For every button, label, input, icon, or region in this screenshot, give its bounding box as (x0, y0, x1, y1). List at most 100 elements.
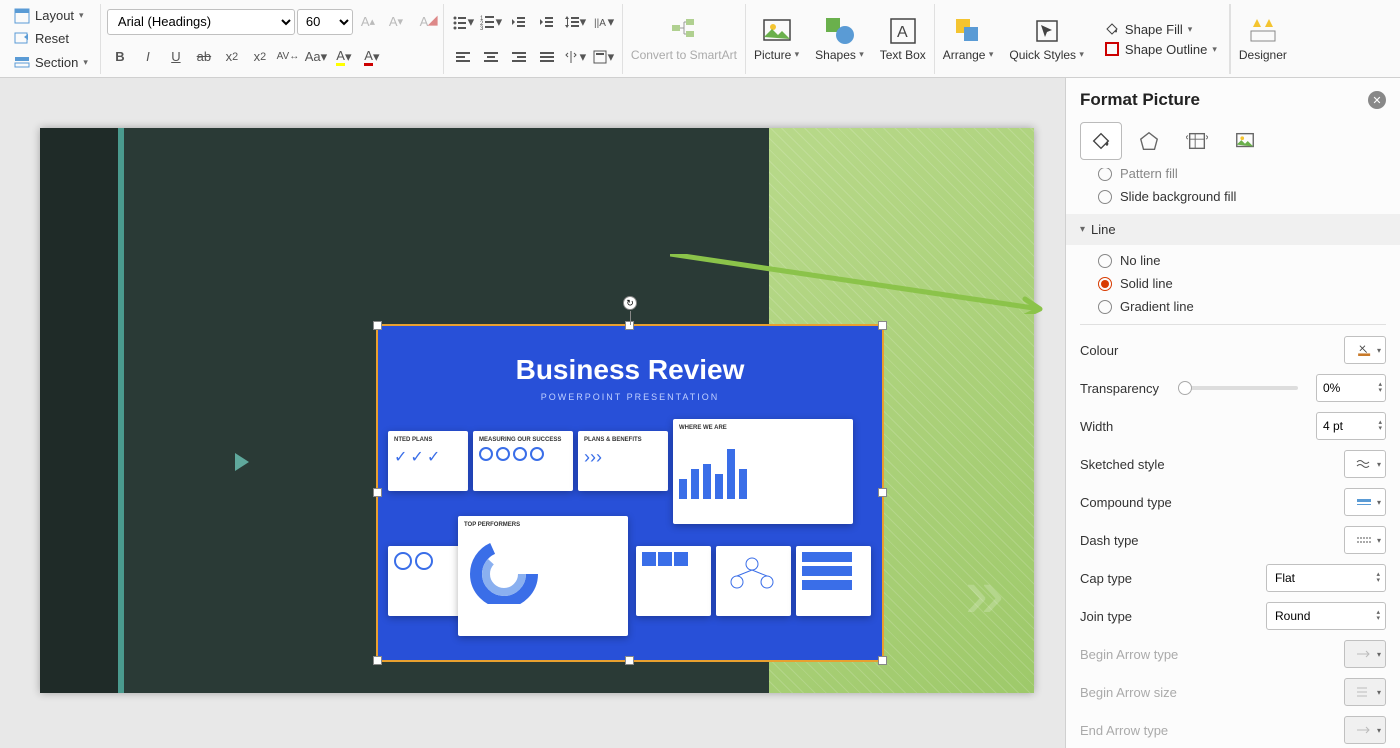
quick-styles-icon (1031, 15, 1063, 47)
width-input[interactable]: 4 pt (1316, 412, 1386, 440)
sketched-label: Sketched style (1080, 457, 1165, 472)
slide-bg-fill-radio[interactable]: Slide background fill (1080, 185, 1386, 208)
picture-tab[interactable] (1224, 122, 1266, 160)
cap-label: Cap type (1080, 571, 1132, 586)
underline-button[interactable]: U (163, 44, 189, 70)
dash-label: Dash type (1080, 533, 1139, 548)
font-size-select[interactable]: 60 (297, 9, 353, 35)
close-panel-button[interactable]: ✕ (1368, 91, 1386, 109)
transparency-input[interactable]: 0% (1316, 374, 1386, 402)
sketched-picker[interactable] (1344, 450, 1386, 478)
arrange-icon (952, 15, 984, 47)
compound-picker[interactable] (1344, 488, 1386, 516)
fill-line-tab[interactable] (1080, 122, 1122, 160)
align-center-button[interactable] (478, 44, 504, 70)
section-button[interactable]: Section▾ (8, 52, 94, 72)
textbox-label: Text Box (880, 49, 926, 62)
shapes-button[interactable]: Shapes ▾ (807, 4, 872, 74)
rotate-handle[interactable]: ↻ (623, 296, 637, 310)
svg-text:||A: ||A (594, 18, 606, 29)
shapes-icon (823, 15, 855, 47)
shape-outline-button[interactable]: Shape Outline▾ (1098, 39, 1223, 59)
increase-indent-button[interactable] (534, 9, 560, 35)
end-arrow-type-picker (1344, 716, 1386, 744)
transparency-label: Transparency (1080, 381, 1159, 396)
change-case-button[interactable]: Aa▾ (303, 44, 329, 70)
join-type-select[interactable]: Round (1266, 602, 1386, 630)
inserted-picture[interactable]: Business Review POWERPOINT PRESENTATION … (376, 324, 884, 662)
convert-smartart-button[interactable]: Convert to SmartArt (623, 4, 745, 74)
join-label: Join type (1080, 609, 1132, 624)
shapes-label: Shapes (815, 48, 856, 62)
convert-smartart-label: Convert to SmartArt (631, 49, 737, 62)
reset-icon (14, 31, 30, 47)
shape-fill-label: Shape Fill (1125, 22, 1183, 37)
begin-arrow-size-picker (1344, 678, 1386, 706)
decrease-indent-button[interactable] (506, 9, 532, 35)
designer-button[interactable]: Designer (1231, 4, 1295, 74)
clear-format-button[interactable]: A◢ (411, 9, 437, 35)
picture-icon (761, 15, 793, 47)
highlight-button[interactable]: A▾ (331, 44, 357, 70)
align-right-button[interactable] (506, 44, 532, 70)
picture-button[interactable]: Picture ▾ (746, 4, 807, 74)
end-arrow-type-label: End Arrow type (1080, 723, 1168, 738)
justify-button[interactable] (534, 44, 560, 70)
numbering-button[interactable]: 123▾ (478, 9, 504, 35)
designer-label: Designer (1239, 49, 1287, 62)
panel-title: Format Picture (1080, 90, 1200, 110)
text-direction-button[interactable]: ||A▾ (590, 9, 616, 35)
reset-button[interactable]: Reset (8, 29, 94, 49)
font-color-button[interactable]: A▾ (359, 44, 385, 70)
gradient-line-radio[interactable]: Gradient line (1080, 295, 1386, 318)
transparency-slider[interactable] (1178, 386, 1298, 390)
layout-label: Layout (35, 8, 74, 23)
line-section-toggle[interactable]: ▾Line (1066, 214, 1400, 245)
quick-styles-label: Quick Styles (1009, 48, 1076, 62)
begin-arrow-type-label: Begin Arrow type (1080, 647, 1178, 662)
slide-canvas[interactable]: » Business Review POWERPOINT PRESENTATIO… (0, 78, 1065, 748)
picture-title: Business Review (378, 354, 882, 386)
align-left-button[interactable] (450, 44, 476, 70)
ribbon: Layout▾ Reset Section▾ Arial (Headings) … (0, 0, 1400, 78)
decrease-font-button[interactable]: A▾ (383, 9, 409, 35)
svg-text:3: 3 (480, 26, 484, 30)
textbox-icon: A (887, 15, 919, 47)
increase-font-button[interactable]: A▴ (355, 9, 381, 35)
begin-arrow-type-picker (1344, 640, 1386, 668)
designer-icon (1247, 15, 1279, 47)
reset-label: Reset (35, 31, 69, 46)
strikethrough-button[interactable]: ab (191, 44, 217, 70)
textbox-button[interactable]: A Text Box (872, 4, 934, 74)
no-line-radio[interactable]: No line (1080, 249, 1386, 272)
cap-type-select[interactable]: Flat (1266, 564, 1386, 592)
section-icon (14, 54, 30, 70)
pattern-fill-radio[interactable]: Pattern fill (1080, 168, 1386, 185)
dash-picker[interactable] (1344, 526, 1386, 554)
begin-arrow-size-label: Begin Arrow size (1080, 685, 1177, 700)
line-spacing-button[interactable]: ▾ (562, 9, 588, 35)
bullets-button[interactable]: ▾ (450, 9, 476, 35)
subscript-button[interactable]: x2 (247, 44, 273, 70)
quick-styles-button[interactable]: Quick Styles ▾ (1001, 4, 1092, 74)
compound-label: Compound type (1080, 495, 1172, 510)
char-spacing-button[interactable]: AV↔ (275, 44, 301, 70)
columns-button[interactable]: ▾ (562, 44, 588, 70)
bold-button[interactable]: B (107, 44, 133, 70)
solid-line-radio[interactable]: Solid line (1080, 272, 1386, 295)
arrange-button[interactable]: Arrange ▾ (935, 4, 1002, 74)
shape-outline-label: Shape Outline (1125, 42, 1207, 57)
shape-outline-icon (1104, 41, 1120, 57)
italic-button[interactable]: I (135, 44, 161, 70)
shape-fill-icon (1104, 21, 1120, 37)
layout-button[interactable]: Layout▾ (8, 6, 94, 26)
layout-icon (14, 8, 30, 24)
font-family-select[interactable]: Arial (Headings) (107, 9, 295, 35)
colour-picker[interactable] (1344, 336, 1386, 364)
arrange-label: Arrange (943, 48, 986, 62)
size-tab[interactable] (1176, 122, 1218, 160)
shape-fill-button[interactable]: Shape Fill▾ (1098, 19, 1223, 39)
superscript-button[interactable]: x2 (219, 44, 245, 70)
effects-tab[interactable] (1128, 122, 1170, 160)
align-text-vertical-button[interactable]: ▾ (590, 44, 616, 70)
